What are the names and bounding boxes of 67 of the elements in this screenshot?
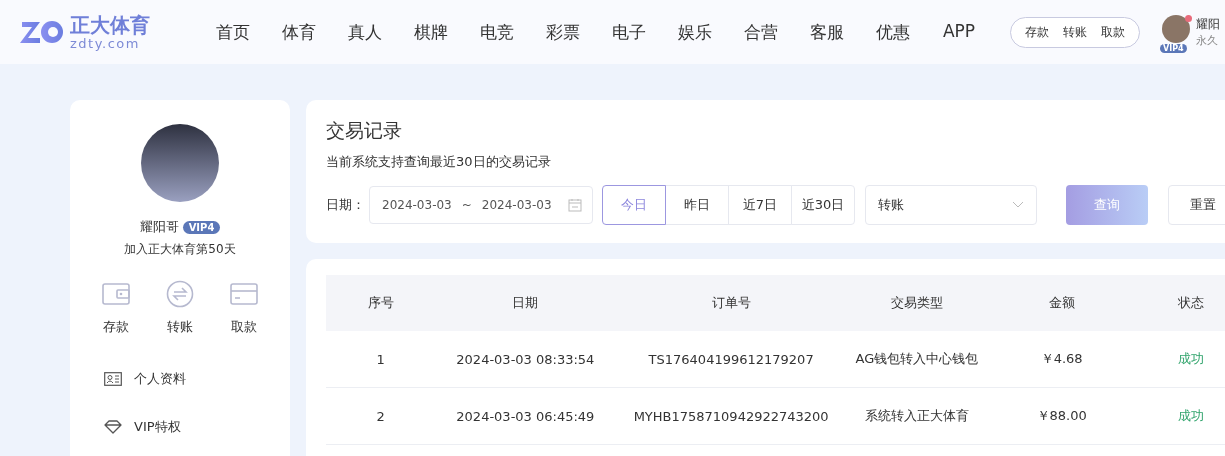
wallet-action-button[interactable]: 存款 (92, 280, 140, 336)
table-cell: ￥88.00 (986, 387, 1137, 445)
nav-link[interactable]: 合营 (728, 20, 794, 44)
table-cell: 2024-03-03 08:33:54 (435, 331, 616, 388)
card-icon (230, 282, 258, 306)
table-cell: AG钱包转入中心钱包 (847, 331, 987, 388)
nav-link[interactable]: 彩票 (530, 20, 596, 44)
wallet-action-button[interactable]: 转账 (156, 280, 204, 336)
table-cell: 2024-03-03 06:45:49 (435, 387, 616, 445)
diamond-icon (104, 420, 122, 434)
member-days-text: 加入正大体育第50天 (124, 241, 236, 258)
profile-name: 耀阳哥 (139, 218, 179, 236)
page-subtitle: 当前系统支持查询最近30日的交易记录 (326, 153, 552, 171)
date-range-field[interactable]: 2024-03-03 ~ 2024-03-03 (369, 186, 593, 224)
user-status: 永久 (1196, 33, 1219, 48)
date-label: 日期： (326, 196, 365, 214)
nav-link[interactable]: 客服 (794, 20, 860, 44)
column-header: 日期 (435, 275, 616, 331)
wallet-icon (102, 282, 130, 306)
id-card-icon (104, 372, 122, 386)
brand-name: 正大体育 (70, 13, 150, 36)
nav-link[interactable]: 电子 (596, 20, 662, 44)
date-range-tab[interactable]: 近7日 (728, 185, 792, 225)
column-header: 序号 (326, 275, 436, 331)
user-name: 耀阳 (1196, 16, 1220, 33)
avatar-photo-placeholder[interactable] (1162, 15, 1190, 43)
logo-icon (20, 18, 64, 46)
status-text: 成功 (1136, 331, 1225, 388)
date-range-tab[interactable]: 近30日 (791, 185, 855, 225)
table-cell: 2 (326, 387, 436, 445)
wallet-link[interactable]: 转账 (1063, 23, 1087, 41)
column-header: 交易类型 (847, 275, 987, 331)
nav-link[interactable]: 优惠 (860, 20, 926, 44)
range-separator: ~ (461, 198, 472, 212)
table-cell: 1 (326, 331, 436, 388)
vip-badge: VIP4 (1160, 44, 1187, 53)
table-cell: ￥4.68 (986, 331, 1137, 388)
nav-link[interactable]: 娱乐 (662, 20, 728, 44)
sidebar-menu-item[interactable]: 个人资料 (104, 370, 290, 388)
status-text: 成功 (1136, 387, 1225, 445)
vip-badge: VIP4 (182, 220, 221, 234)
transaction-type-dropdown[interactable]: 转账 (865, 185, 1037, 225)
reset-button[interactable]: 重置 (1168, 185, 1225, 225)
nav-link[interactable]: 首页 (200, 20, 266, 44)
sidebar-menu-item[interactable]: VIP特权 (104, 418, 290, 436)
chevron-down-icon (1012, 201, 1024, 209)
nav-link[interactable]: 真人 (332, 20, 398, 44)
wallet-link[interactable]: 取款 (1101, 23, 1125, 41)
table-cell: TS176404199612179207 (615, 331, 848, 388)
end-date-text: 2024-03-03 (481, 198, 552, 212)
nav-link[interactable]: 体育 (266, 20, 332, 44)
calendar-icon (568, 198, 582, 212)
column-header: 金额 (986, 275, 1137, 331)
date-range-tab[interactable]: 昨日 (665, 185, 729, 225)
wallet-action-button[interactable]: 取款 (220, 280, 268, 336)
nav-link[interactable]: APP (926, 20, 992, 44)
transfer-icon (166, 280, 194, 308)
wallet-link[interactable]: 存款 (1025, 23, 1049, 41)
nav-link[interactable]: 电竞 (464, 20, 530, 44)
nav-link[interactable]: 棋牌 (398, 20, 464, 44)
brand-domain: zdty.com (70, 35, 140, 51)
table-cell: MYHB1758710942922743200 (615, 387, 848, 445)
start-date-text: 2024-03-03 (382, 198, 452, 212)
column-header: 订单号 (615, 275, 848, 331)
column-header: 状态 (1136, 275, 1225, 331)
page-title: 交易记录 (326, 118, 403, 143)
table-cell: 系统转入正大体育 (847, 387, 987, 445)
